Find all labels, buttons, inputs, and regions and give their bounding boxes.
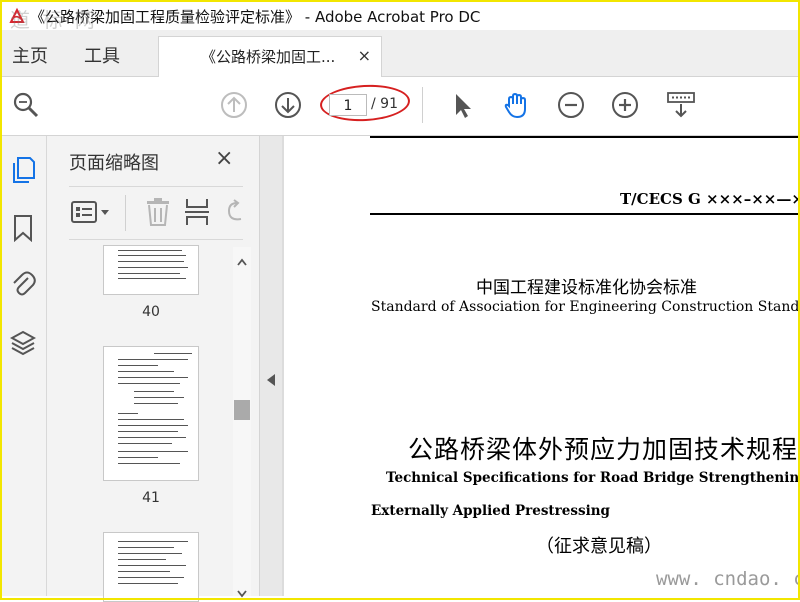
scroll-up-icon[interactable] [237, 251, 247, 270]
pane-title: 页面缩略图 [69, 153, 159, 174]
zoom-in-icon[interactable] [611, 91, 639, 119]
thumbnail-tools [69, 186, 243, 240]
page-total: / 91 [371, 96, 398, 112]
page-down-icon[interactable] [274, 91, 302, 119]
standard-code: T/CECS G ×××–××—×× [620, 190, 798, 208]
layers-icon[interactable] [9, 329, 37, 357]
draft-label: （征求意见稿） [536, 536, 662, 557]
thumbnail-scrollbar[interactable] [233, 247, 251, 598]
toolbar: 1 / 91 [2, 77, 798, 136]
document-area: T/CECS G ×××–××—×× 中国工程建设标准化协会标准 Standar… [282, 136, 798, 596]
document-title-en-line1: Technical Specifications for Road Bridge… [386, 470, 798, 486]
options-menu-icon[interactable] [71, 199, 111, 229]
scroll-down-icon[interactable] [237, 583, 247, 602]
document-title-cn: 公路桥梁体外预应力加固技术规程 [408, 435, 798, 464]
page-thumbnails-icon[interactable] [10, 156, 36, 184]
pane-splitter[interactable] [259, 136, 283, 596]
scrollbar-thumb[interactable] [234, 400, 250, 420]
page-number-input[interactable]: 1 [329, 94, 367, 116]
fit-page-icon[interactable] [666, 91, 696, 119]
rotate-page-icon[interactable] [225, 199, 245, 229]
menu-tools[interactable]: 工具 [84, 42, 120, 68]
delete-page-icon[interactable] [145, 197, 171, 231]
toolbar-divider [422, 87, 423, 123]
thumbnail-label: 41 [142, 490, 160, 506]
document-title-en-line2: Externally Applied Prestressing [371, 503, 610, 519]
thumbnail-page[interactable] [103, 532, 199, 602]
association-name-cn: 中国工程建设标准化协会标准 [476, 278, 697, 298]
title-bar: 《公路桥梁加固工程质量检验评定标准》 - Adobe Acrobat Pro D… [2, 2, 798, 30]
document-page: T/CECS G ×××–××—×× 中国工程建设标准化协会标准 Standar… [284, 136, 798, 596]
menu-row: 主页 工具 《公路桥梁加固工... × [2, 30, 798, 77]
association-name-en: Standard of Association for Engineering … [371, 299, 798, 315]
select-arrow-icon[interactable] [448, 91, 476, 119]
zoom-out-icon[interactable] [557, 91, 585, 119]
watermark-bottom: www. cndao. com [656, 568, 798, 590]
thumbnail-label: 40 [142, 304, 160, 320]
close-tab-icon[interactable]: × [358, 46, 371, 65]
search-zoom-icon[interactable] [12, 91, 40, 119]
insert-page-icon[interactable] [183, 197, 211, 231]
left-nav-rail [2, 136, 47, 596]
document-tab[interactable]: 《公路桥梁加固工... × [158, 36, 382, 77]
document-tab-label: 《公路桥梁加固工... [201, 48, 336, 66]
tools-divider [125, 195, 126, 231]
header-rule [370, 136, 798, 138]
bookmark-icon[interactable] [10, 214, 36, 243]
thumbnail-page[interactable] [103, 346, 199, 481]
thumbnail-pane: 页面缩略图 × 40 41 [47, 136, 259, 602]
thumbnail-page[interactable] [103, 245, 199, 295]
collapse-arrow-icon[interactable] [267, 374, 275, 386]
close-pane-icon[interactable]: × [215, 146, 233, 171]
page-up-icon[interactable] [220, 91, 248, 119]
attachment-icon[interactable] [10, 270, 36, 298]
hand-tool-icon[interactable] [502, 91, 530, 119]
watermark-top: 道 标 网 [10, 8, 98, 32]
menu-home[interactable]: 主页 [12, 42, 48, 68]
code-rule [370, 213, 798, 215]
